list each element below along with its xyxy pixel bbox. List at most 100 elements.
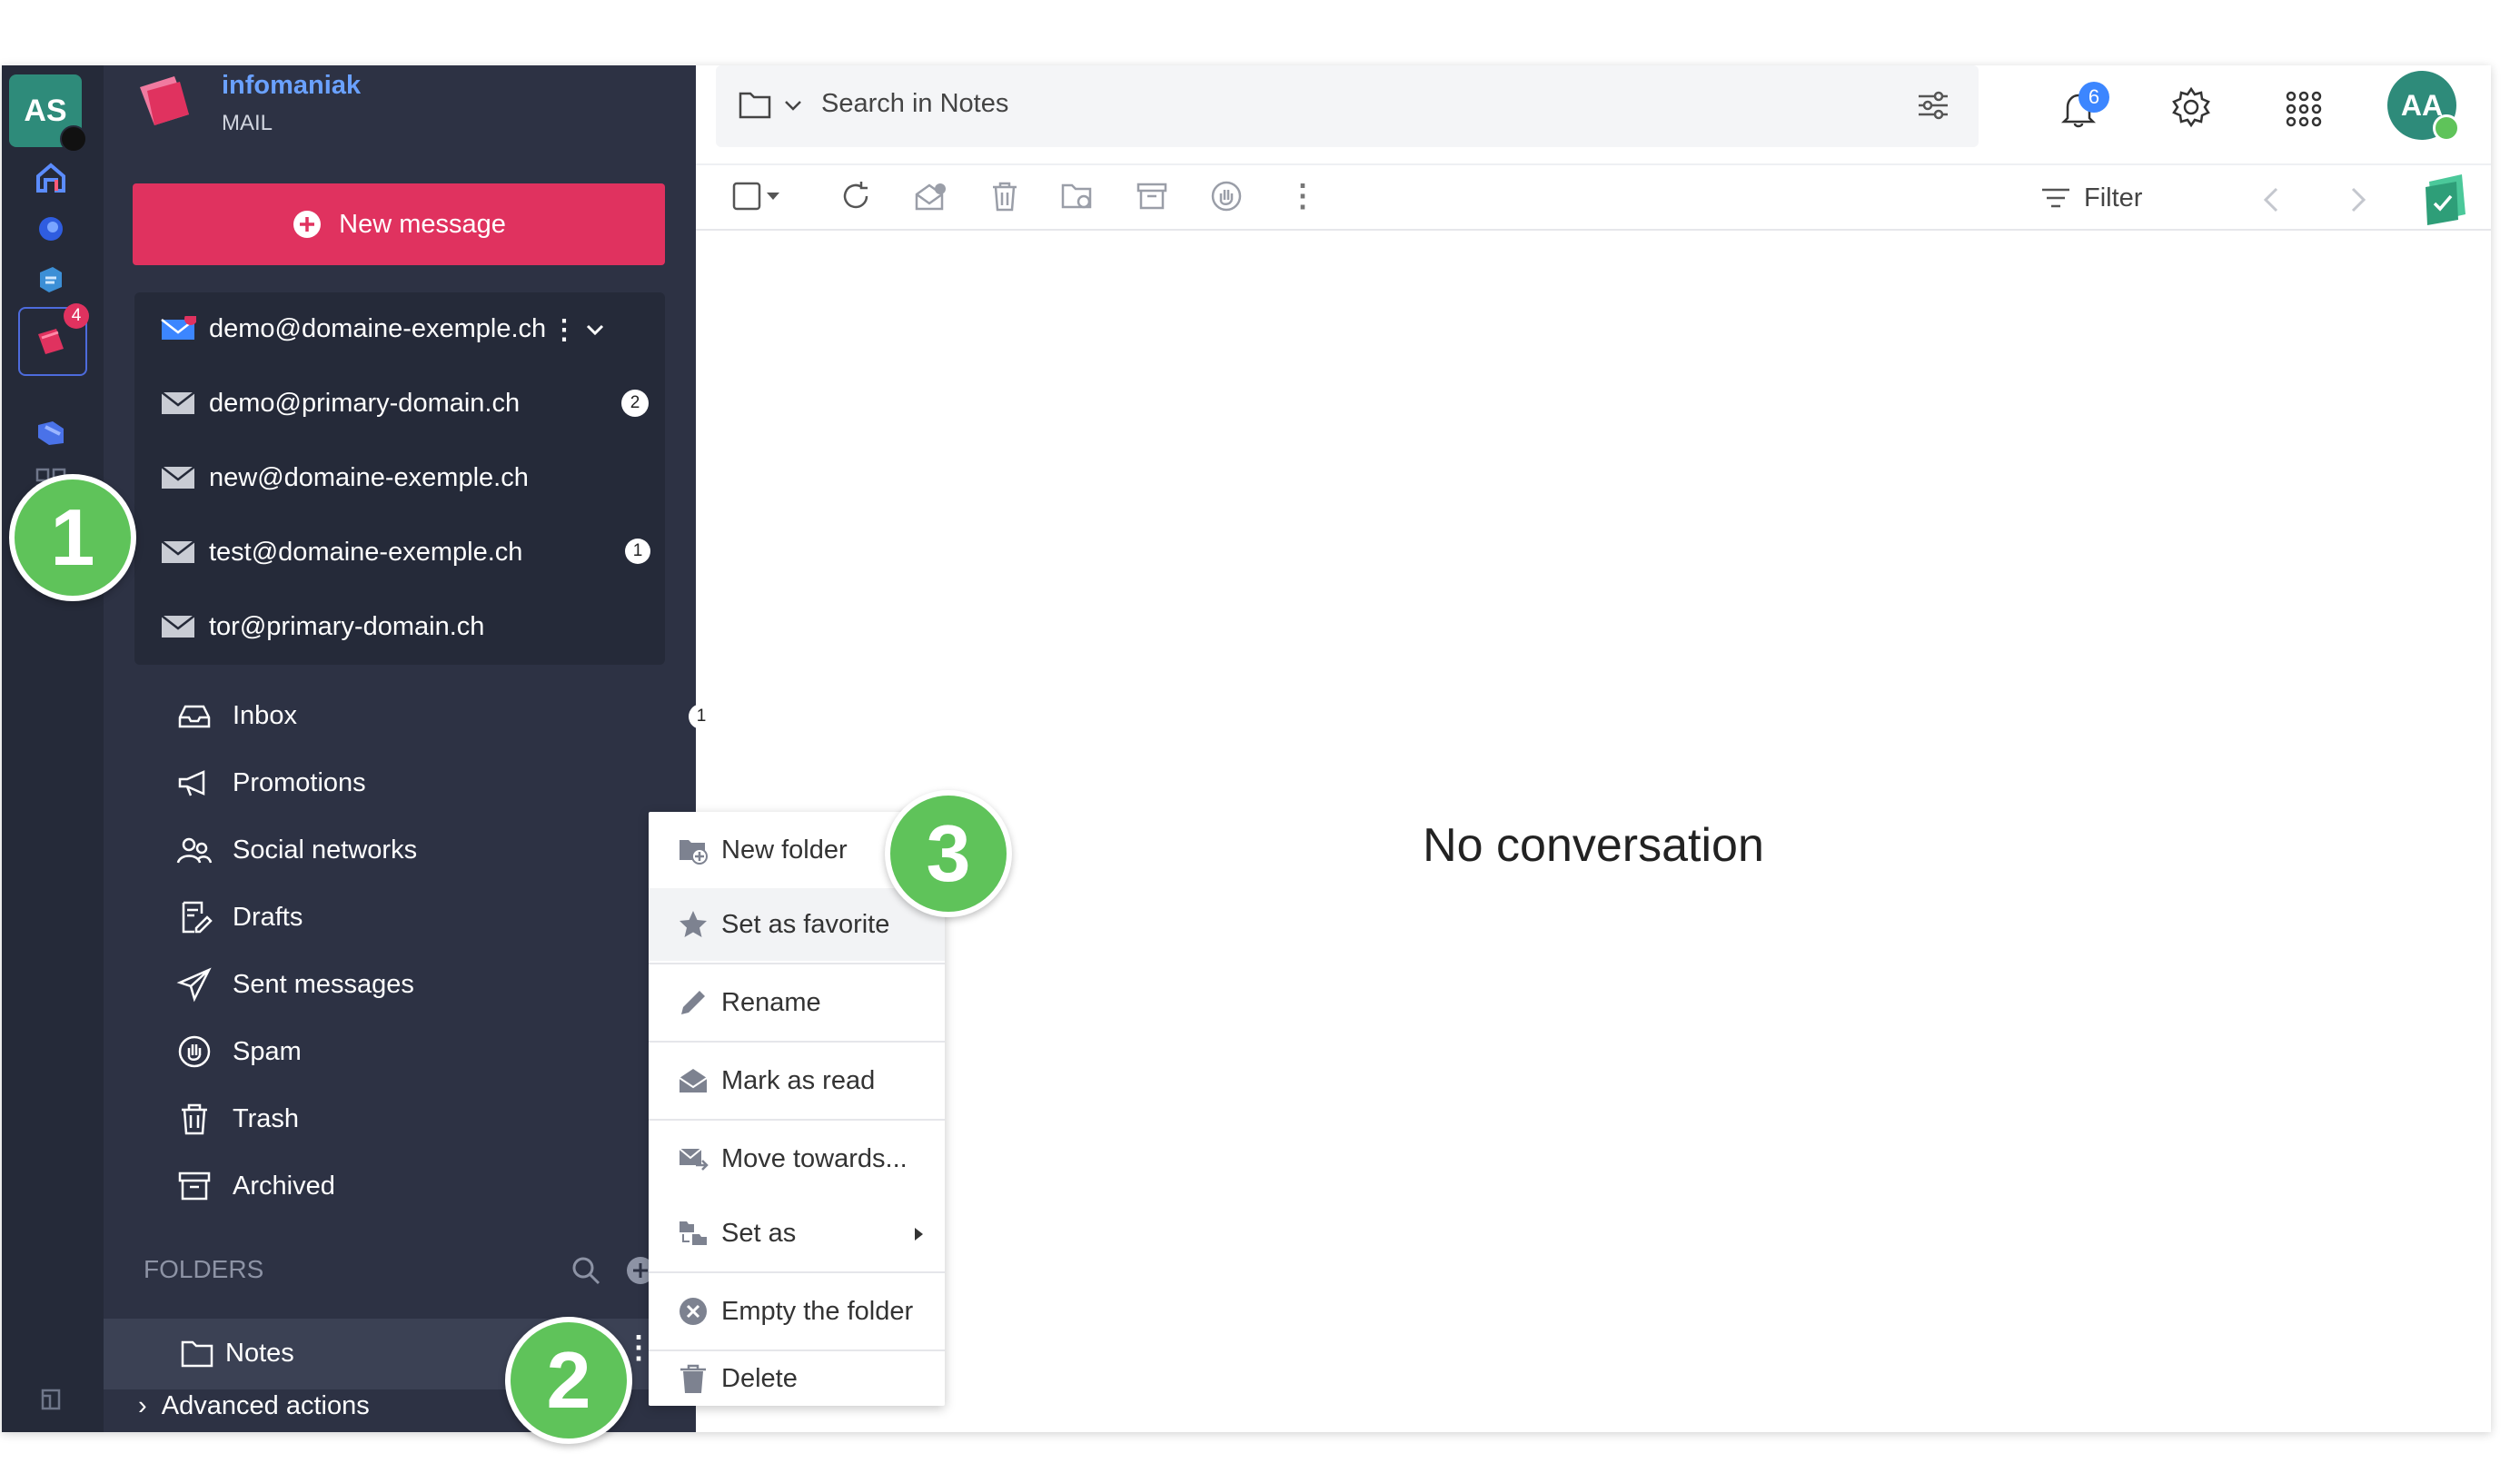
- collapse-icon[interactable]: [25, 1373, 76, 1424]
- folder-social-networks[interactable]: Social networks: [176, 818, 685, 882]
- menu-delete[interactable]: Delete: [649, 1351, 945, 1406]
- clear-icon: [678, 1296, 709, 1327]
- account-item[interactable]: demo@domaine-exemple.ch ⋮: [134, 292, 665, 365]
- avatar-initials: AS: [24, 93, 67, 128]
- folder-promotions[interactable]: Promotions: [176, 751, 685, 815]
- refresh-icon[interactable]: [836, 176, 876, 216]
- menu-mark-as-read[interactable]: Mark as read: [649, 1044, 945, 1117]
- folder-icon: [739, 92, 771, 119]
- menu-separator: [649, 1041, 945, 1043]
- plus-circle-icon: [293, 211, 322, 238]
- delete-icon[interactable]: [985, 176, 1025, 216]
- filter-label: Filter: [2084, 183, 2143, 213]
- menu-move-towards[interactable]: Move towards...: [649, 1122, 945, 1195]
- account-item[interactable]: tor@primary-domain.ch: [134, 590, 665, 663]
- search-bar[interactable]: Search in Notes: [716, 65, 1979, 147]
- folder-type-icon: [678, 1218, 709, 1249]
- account-email: demo@primary-domain.ch: [209, 388, 521, 418]
- menu-label: Empty the folder: [721, 1296, 914, 1326]
- orb-app-icon[interactable]: [25, 203, 76, 254]
- archive-icon[interactable]: [1132, 176, 1172, 216]
- home-icon[interactable]: [25, 153, 76, 203]
- folder-spam[interactable]: Spam: [176, 1020, 685, 1083]
- unread-count: 2: [621, 390, 649, 417]
- account-avatar[interactable]: AS: [9, 74, 87, 153]
- mail-app-window: AS 4 infomaniak MAIL New message demo@do…: [2, 65, 2491, 1432]
- megaphone-icon: [178, 770, 205, 796]
- apps-grid-icon[interactable]: [2284, 89, 2324, 129]
- folder-icon: [181, 1340, 213, 1368]
- spam-icon[interactable]: [1206, 176, 1246, 216]
- notifications-button[interactable]: 6: [2059, 82, 2117, 136]
- folder-inbox[interactable]: Inbox 1: [176, 684, 714, 747]
- account-item[interactable]: test@domaine-exemple.ch 1: [134, 516, 665, 588]
- account-menu-icon[interactable]: ⋮: [551, 314, 578, 346]
- kdrive-icon[interactable]: [25, 407, 76, 458]
- next-page-icon[interactable]: [2344, 183, 2371, 216]
- gear-icon[interactable]: [2169, 85, 2213, 129]
- app-rail: AS 4: [2, 65, 104, 1432]
- filter-icon: [2042, 188, 2069, 208]
- folder-context-menu: New folder Set as favorite Rename Mark a…: [649, 812, 945, 1406]
- mail-app-icon[interactable]: 4: [18, 303, 89, 376]
- menu-set-as-favorite[interactable]: Set as favorite: [649, 888, 945, 961]
- search-input[interactable]: Search in Notes: [821, 89, 1008, 119]
- trash-icon: [182, 1103, 207, 1135]
- folder-label: Spam: [233, 1036, 302, 1066]
- callout-number: 1: [50, 492, 95, 582]
- hand-icon: [178, 1035, 211, 1068]
- chevron-down-icon[interactable]: [583, 318, 607, 341]
- header-divider: [696, 163, 2491, 165]
- mark-read-icon[interactable]: [910, 176, 950, 216]
- move-folder-icon[interactable]: [1057, 176, 1097, 216]
- previous-page-icon[interactable]: [2258, 183, 2286, 216]
- menu-set-as[interactable]: Set as: [649, 1197, 945, 1270]
- account-email: test@domaine-exemple.ch: [209, 537, 523, 567]
- callout-step-2: 2: [505, 1317, 632, 1444]
- move-mail-icon: [678, 1143, 709, 1174]
- folder-label: Promotions: [233, 767, 366, 797]
- menu-empty-the-folder[interactable]: Empty the folder: [649, 1275, 945, 1348]
- advanced-actions[interactable]: › Advanced actions: [138, 1391, 370, 1421]
- search-icon[interactable]: [570, 1255, 601, 1286]
- account-item[interactable]: new@domaine-exemple.ch: [134, 441, 665, 514]
- folder-trash[interactable]: Trash: [176, 1087, 685, 1151]
- mail-badge: 4: [64, 303, 89, 329]
- archive-icon: [178, 1171, 211, 1201]
- send-icon: [176, 967, 212, 1003]
- callout-step-1: 1: [9, 474, 136, 601]
- account-item[interactable]: demo@primary-domain.ch 2: [134, 367, 665, 440]
- more-actions-icon[interactable]: ⋮: [1283, 176, 1323, 216]
- new-message-button[interactable]: New message: [133, 183, 665, 265]
- empty-state-text: No conversation: [1423, 818, 1764, 872]
- folder-sent-messages[interactable]: Sent messages: [176, 953, 685, 1016]
- chevron-down-icon[interactable]: [783, 96, 803, 114]
- drafts-icon: [182, 901, 213, 934]
- folder-archived[interactable]: Archived: [176, 1154, 685, 1218]
- task-check-icon[interactable]: [2420, 173, 2471, 227]
- folder-label: Social networks: [233, 835, 418, 865]
- open-envelope-icon: [678, 1065, 709, 1096]
- user-avatar[interactable]: AA: [2387, 71, 2460, 142]
- account-email: new@domaine-exemple.ch: [209, 462, 529, 492]
- menu-label: Delete: [721, 1363, 798, 1393]
- folder-label: Drafts: [233, 902, 303, 932]
- account-email: demo@domaine-exemple.ch: [209, 313, 547, 343]
- menu-label: Set as favorite: [721, 909, 890, 939]
- unread-count: 1: [625, 539, 650, 564]
- people-icon: [176, 837, 213, 864]
- drive-app-icon[interactable]: [25, 254, 76, 305]
- callout-number: 3: [926, 808, 971, 898]
- menu-label: New folder: [721, 835, 848, 865]
- select-dropdown-icon[interactable]: [761, 176, 785, 216]
- brand-name: infomaniak: [222, 71, 362, 100]
- notification-count: 6: [2079, 82, 2109, 113]
- folder-drafts[interactable]: Drafts 4: [176, 885, 709, 949]
- search-filters-icon[interactable]: [1915, 87, 1951, 124]
- callout-step-3: 3: [885, 790, 1012, 917]
- envelope-icon: [161, 466, 195, 489]
- filter-button[interactable]: Filter: [2040, 178, 2142, 218]
- accounts-list: demo@domaine-exemple.ch ⋮ demo@primary-d…: [134, 292, 665, 665]
- menu-rename[interactable]: Rename: [649, 966, 945, 1039]
- folders-header: FOLDERS: [144, 1255, 264, 1283]
